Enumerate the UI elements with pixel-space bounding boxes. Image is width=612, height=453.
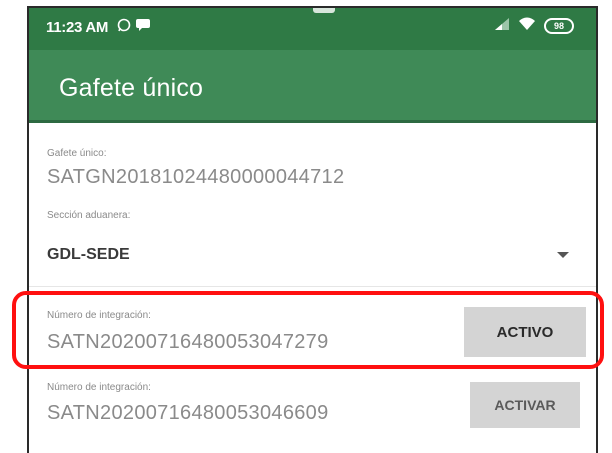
status-indicators: 98: [494, 17, 574, 35]
chevron-down-icon: [557, 252, 569, 258]
page-title: Gafete único: [59, 74, 204, 102]
integration-value-2: SATN20200716480053046609: [47, 402, 329, 424]
highlight-annotation: [12, 291, 604, 369]
form-content: Gafete único: SATGN20181024480000044712 …: [29, 126, 596, 453]
chat-icon: [135, 18, 151, 35]
status-time: 11:23 AM: [46, 19, 109, 36]
status-bar: 11:23 AM 98: [29, 8, 596, 50]
activate-button[interactable]: ACTIVAR: [470, 382, 580, 428]
battery-icon: 98: [544, 18, 574, 34]
phone-screen: 11:23 AM 98 Gafete único Gafete único: S…: [27, 6, 598, 453]
app-bar: Gafete único: [29, 50, 596, 123]
badge-value: SATGN20181024480000044712: [47, 166, 345, 188]
divider: [29, 286, 596, 287]
whatsapp-icon: [117, 18, 131, 35]
camera-notch: [313, 8, 335, 13]
signal-icon: [494, 17, 510, 35]
customs-section-dropdown[interactable]: GDL-SEDE: [47, 238, 577, 272]
customs-section-label: Sección aduanera:: [47, 210, 131, 221]
integration-label-2: Número de integración:: [47, 382, 151, 393]
badge-label: Gafete único:: [47, 148, 107, 159]
customs-section-value: GDL-SEDE: [47, 246, 130, 263]
wifi-icon: [518, 17, 536, 35]
